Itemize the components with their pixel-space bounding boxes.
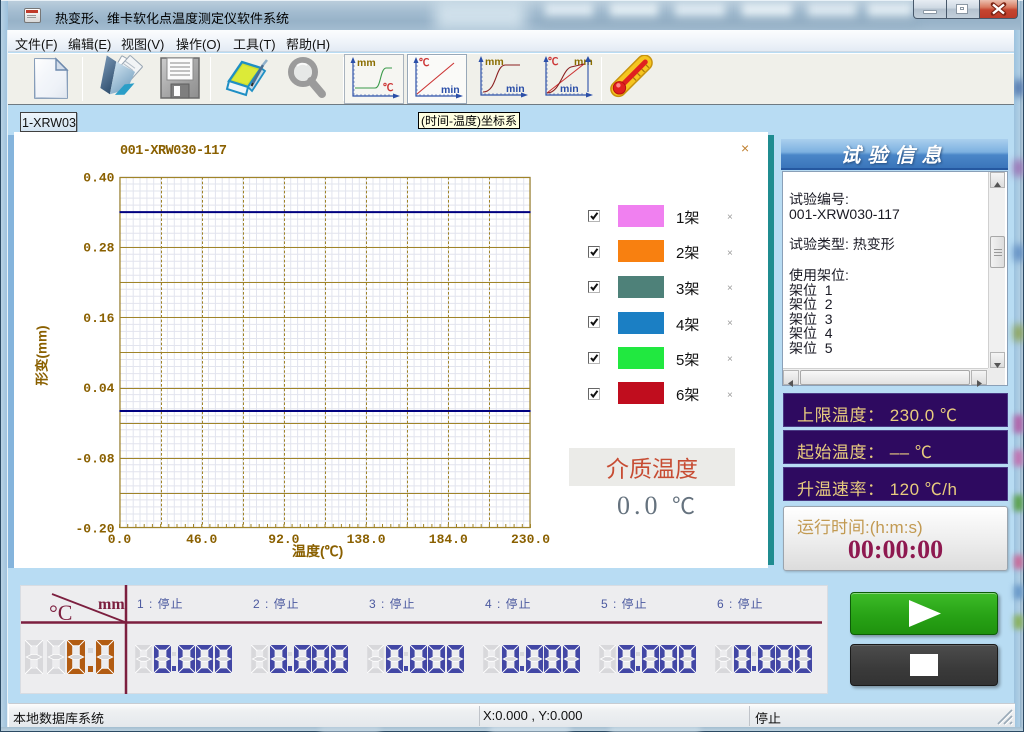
svg-text:230.0: 230.0 <box>511 532 550 547</box>
svg-text:°C: °C <box>49 600 72 625</box>
svg-text:min: min <box>441 82 460 97</box>
svg-text:001-XRW030-117: 001-XRW030-117 <box>120 144 227 159</box>
svg-text:℃: ℃ <box>419 55 430 70</box>
svg-text:0.16: 0.16 <box>83 311 114 326</box>
svg-text:184.0: 184.0 <box>429 532 468 547</box>
svg-text:mm: mm <box>98 596 125 613</box>
svg-text:46.0: 46.0 <box>186 532 217 547</box>
svg-text:0.40: 0.40 <box>83 171 114 186</box>
svg-text:mm: mm <box>357 55 376 70</box>
svg-text:0.28: 0.28 <box>83 241 114 256</box>
svg-text:min: min <box>560 81 579 96</box>
svg-text:0.0: 0.0 <box>108 532 132 547</box>
svg-text:℃: ℃ <box>548 54 559 69</box>
svg-text:℃: ℃ <box>383 80 394 95</box>
svg-text:138.0: 138.0 <box>347 532 386 547</box>
svg-text:-0.08: -0.08 <box>75 451 114 466</box>
svg-text:min: min <box>506 81 525 96</box>
svg-text:0.04: 0.04 <box>83 381 114 396</box>
